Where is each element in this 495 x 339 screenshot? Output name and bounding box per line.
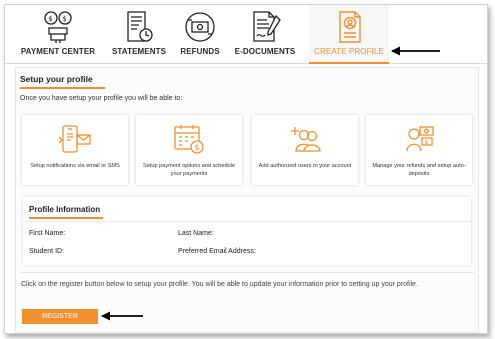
tab-refunds[interactable]: REFUNDS (171, 5, 229, 63)
feature-card-notifications: Setup notifications via email or SMS (22, 115, 128, 185)
feature-card-refunds: $ Manage your refunds and setup auto-dep… (366, 115, 472, 185)
profile-info-title: Profile Information (29, 205, 101, 214)
refunds-icon (185, 12, 215, 42)
profile-panel: Setup your profile Once you have setup y… (15, 67, 479, 333)
card-text: Setup notifications via email or SMS (30, 163, 120, 169)
divider (23, 221, 471, 222)
calendar-payment-icon: $ (174, 125, 204, 154)
last-name-label: Last Name: (178, 230, 214, 237)
tab-label: E-DOCUMENTS (234, 47, 296, 56)
add-users-icon (291, 127, 321, 152)
pointer-arrow-icon (101, 311, 143, 321)
feature-card-users: Add authorized users to your account (252, 115, 358, 185)
svg-text:$: $ (425, 139, 429, 146)
tab-payment-center[interactable]: $ $ PAYMENT CENTER (9, 5, 107, 63)
preferred-email-label: Preferred Email Address: (178, 248, 256, 255)
portal-window: $ $ PAYMENT CENTER STATEMENTS REFUNDS E-… (4, 4, 488, 334)
refund-manage-icon: $ (406, 126, 434, 152)
e-documents-icon (253, 11, 281, 42)
register-button[interactable]: REGISTER (22, 309, 98, 324)
create-profile-icon (339, 11, 361, 43)
card-text: Setup payment options and schedule your … (142, 163, 236, 177)
setup-intro: Once you have setup your profile you wil… (20, 95, 183, 102)
feature-card-payments: $ Setup payment options and schedule you… (136, 115, 242, 185)
tab-e-documents[interactable]: E-DOCUMENTS (229, 5, 301, 63)
setup-title: Setup your profile (20, 74, 93, 84)
tab-label: PAYMENT CENTER (20, 47, 96, 56)
tab-label: CREATE PROFILE (314, 47, 384, 56)
tab-statements[interactable]: STATEMENTS (107, 5, 171, 63)
notifications-icon (58, 125, 91, 153)
divider (20, 272, 474, 273)
payment-center-icon: $ $ (44, 11, 72, 43)
card-text: Manage your refunds and setup auto-depos… (372, 163, 466, 177)
statements-icon (127, 11, 153, 42)
title-underline (29, 217, 103, 219)
tab-label: STATEMENTS (111, 47, 167, 56)
student-id-label: Student ID: (29, 248, 65, 255)
card-text: Add authorized users to your account (258, 163, 352, 169)
pointer-arrow-icon (391, 46, 440, 56)
title-underline (20, 87, 105, 89)
tab-bar: $ $ PAYMENT CENTER STATEMENTS REFUNDS E-… (5, 5, 487, 64)
svg-text:$: $ (194, 143, 199, 152)
tab-label: REFUNDS (180, 47, 220, 56)
profile-information: Profile Information First Name: Last Nam… (23, 197, 471, 265)
svg-text:$: $ (48, 15, 52, 23)
tab-create-profile[interactable]: CREATE PROFILE (309, 5, 389, 64)
svg-text:$: $ (62, 15, 66, 23)
first-name-label: First Name: (29, 230, 66, 237)
register-note: Click on the register button below to se… (21, 281, 418, 288)
